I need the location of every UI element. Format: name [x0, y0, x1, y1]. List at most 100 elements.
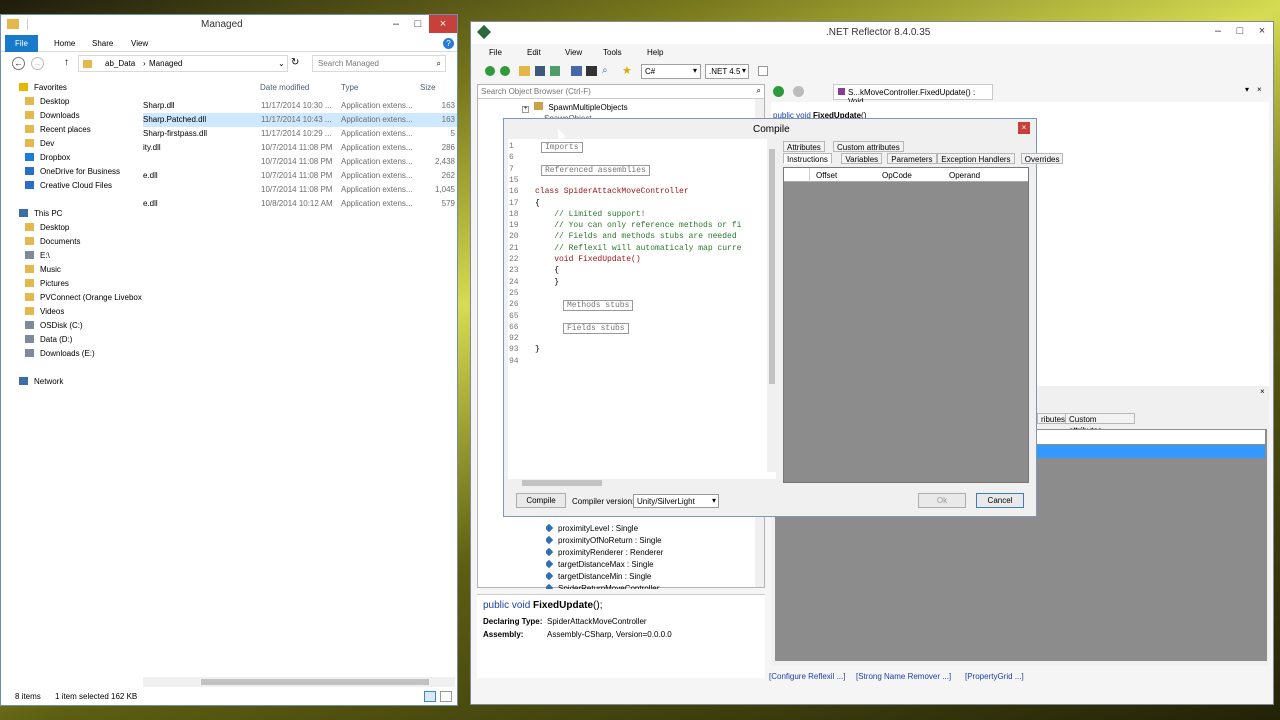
tab-attributes[interactable]: Attributes	[783, 141, 825, 152]
strong-name-remover-link[interactable]: [Strong Name Remover ...]	[856, 672, 951, 681]
configure-reflexil-link[interactable]: [Configure Reflexil ...]	[769, 672, 845, 681]
tab-parameters[interactable]: Parameters	[887, 153, 937, 164]
file-row[interactable]: Sharp-firstpass.dll 11/17/2014 10:29 ... A…	[143, 127, 457, 141]
nav-item-12[interactable]: E:\	[25, 249, 50, 263]
column-offset[interactable]: Offset	[816, 171, 837, 180]
nav-item-17[interactable]: OSDisk (C:)	[25, 319, 83, 333]
menu-tools[interactable]: Tools	[603, 48, 622, 57]
expand-icon[interactable]: +	[522, 106, 529, 113]
file-row[interactable]: 10/7/2014 11:08 PM Application extens... 1…	[143, 183, 457, 197]
ribbon-tab-file[interactable]: File	[5, 35, 38, 52]
compiler-version-select[interactable]: Unity/SilverLight ▾	[633, 494, 719, 508]
tree-member[interactable]: proximityRenderer : Renderer	[546, 547, 663, 559]
tab-custom-attributes[interactable]: Custom attributes	[833, 141, 904, 152]
horizontal-scrollbar[interactable]	[143, 677, 455, 687]
maximize-button[interactable]: □	[1229, 22, 1251, 40]
nav-item-9[interactable]: This PC	[19, 207, 62, 221]
file-row[interactable]: 10/7/2014 11:08 PM Application extens... 2…	[143, 155, 457, 169]
document-tab[interactable]: S...kMoveController.FixedUpdate() : Void	[833, 84, 993, 106]
ribbon-tab-share[interactable]: Share	[92, 39, 113, 48]
nav-item-2[interactable]: Downloads	[25, 109, 80, 123]
search-icon[interactable]: ⌕	[602, 65, 608, 76]
tab-overrides[interactable]: Overrides	[1020, 153, 1064, 164]
breadcrumb-segment[interactable]: Managed	[149, 59, 182, 68]
options-icon[interactable]	[758, 66, 768, 76]
large-icons-view-icon[interactable]	[440, 691, 452, 702]
chevron-down-icon[interactable]: ⌄	[278, 59, 285, 68]
open-icon[interactable]	[519, 66, 530, 76]
nav-item-6[interactable]: OneDrive for Business	[25, 165, 120, 179]
refresh-icon[interactable]: ↻	[291, 57, 299, 68]
search-input[interactable]: Search Object Browser (Ctrl-F)	[481, 87, 591, 96]
maximize-button[interactable]: □	[407, 15, 429, 33]
file-row[interactable]: Sharp.dll 11/17/2014 10:30 ... Application…	[143, 99, 457, 113]
nav-item-0[interactable]: Favorites	[19, 81, 67, 95]
nav-item-13[interactable]: Music	[25, 263, 61, 277]
forward-icon[interactable]	[793, 86, 804, 97]
address-bar[interactable]: ab_Data › Managed ⌄	[78, 55, 288, 72]
tab-instructions[interactable]: Instructions	[783, 153, 832, 164]
minimize-button[interactable]: –	[1207, 22, 1229, 40]
quick-access-toolbar[interactable]	[27, 19, 67, 30]
nav-item-4[interactable]: Dev	[25, 137, 54, 151]
code-editor[interactable]: 1671516171819202122232425266566929394 +I…	[508, 139, 776, 488]
column-date-modified[interactable]: Date modified	[260, 83, 309, 92]
analyze-icon[interactable]	[586, 66, 597, 76]
nav-item-10[interactable]: Desktop	[25, 221, 69, 235]
column-opcode[interactable]: OpCode	[882, 171, 912, 180]
scroll-thumb[interactable]	[201, 679, 429, 685]
tab-custom-attributes[interactable]: Custom attributes	[1065, 413, 1135, 435]
back-icon[interactable]	[773, 86, 784, 97]
tree-member[interactable]: SpiderReturnMoveController	[546, 583, 659, 589]
close-button[interactable]: ×	[1251, 22, 1273, 40]
ok-button[interactable]: Ok	[918, 493, 966, 508]
scroll-thumb[interactable]	[522, 480, 602, 486]
back-icon[interactable]: ←	[12, 57, 25, 70]
propertygrid-link[interactable]: [PropertyGrid ...]	[965, 672, 1024, 681]
file-row[interactable]: Sharp.Patched.dll 11/17/2014 10:43 ... App…	[143, 113, 457, 127]
tree-member[interactable]: targetDistanceMax : Single	[546, 559, 654, 571]
help-icon[interactable]: ?	[443, 38, 454, 49]
nav-item-5[interactable]: Dropbox	[25, 151, 70, 165]
nav-item-18[interactable]: Data (D:)	[25, 333, 72, 347]
disassemble-icon[interactable]	[571, 66, 582, 76]
nav-item-7[interactable]: Creative Cloud Files	[25, 179, 112, 193]
compile-button[interactable]: Compile	[516, 493, 566, 508]
instruction-grid[interactable]: Offset OpCode Operand	[783, 167, 1029, 483]
ribbon-tab-home[interactable]: Home	[54, 39, 75, 48]
search-box[interactable]: Search Managed ⌕	[312, 55, 446, 72]
close-panel-icon[interactable]: ×	[1260, 387, 1265, 396]
tree-member[interactable]: proximityLevel : Single	[546, 523, 638, 535]
menu-view[interactable]: View	[565, 48, 582, 57]
forward-icon[interactable]	[500, 66, 510, 76]
language-select[interactable]: C# ▾	[641, 64, 701, 79]
search-input[interactable]: Search Managed	[318, 59, 379, 68]
close-button[interactable]: ×	[1018, 122, 1030, 134]
close-button[interactable]: ×	[429, 15, 457, 33]
selected-grid-row[interactable]	[1037, 445, 1265, 458]
framework-select[interactable]: .NET 4.5 ▾	[705, 64, 749, 79]
collapsed-region[interactable]: Referenced assemblies	[541, 164, 650, 176]
ribbon-tab-view[interactable]: View	[131, 39, 148, 48]
tree-member[interactable]: targetDistanceMin : Single	[546, 571, 651, 583]
file-row[interactable]: ity.dll 10/7/2014 11:08 PM Application ext…	[143, 141, 457, 155]
scroll-thumb[interactable]	[769, 149, 775, 384]
close-tab-icon[interactable]: ×	[1257, 85, 1262, 94]
object-browser-search[interactable]: Search Object Browser (Ctrl-F) ⌕	[478, 85, 764, 99]
nav-item-1[interactable]: Desktop	[25, 95, 69, 109]
column-size[interactable]: Size	[420, 83, 436, 92]
file-row[interactable]: e.dll 10/8/2014 10:12 AM Application exten…	[143, 197, 457, 211]
cancel-button[interactable]: Cancel	[976, 493, 1024, 508]
nav-item-19[interactable]: Downloads (E:)	[25, 347, 95, 361]
collapsed-region[interactable]: Imports	[541, 142, 583, 153]
nav-item-16[interactable]: Videos	[25, 305, 64, 319]
minimize-button[interactable]: –	[385, 15, 407, 33]
menu-help[interactable]: Help	[647, 48, 663, 57]
nav-item-14[interactable]: Pictures	[25, 277, 69, 291]
details-view-icon[interactable]	[424, 691, 436, 702]
forward-icon[interactable]: →	[31, 57, 44, 70]
refresh-icon[interactable]	[550, 66, 560, 76]
tree-item[interactable]: + SpawnMultipleObjects	[522, 102, 628, 113]
nav-item-21[interactable]: Network	[19, 375, 63, 389]
tab-variables[interactable]: Variables	[841, 153, 883, 164]
